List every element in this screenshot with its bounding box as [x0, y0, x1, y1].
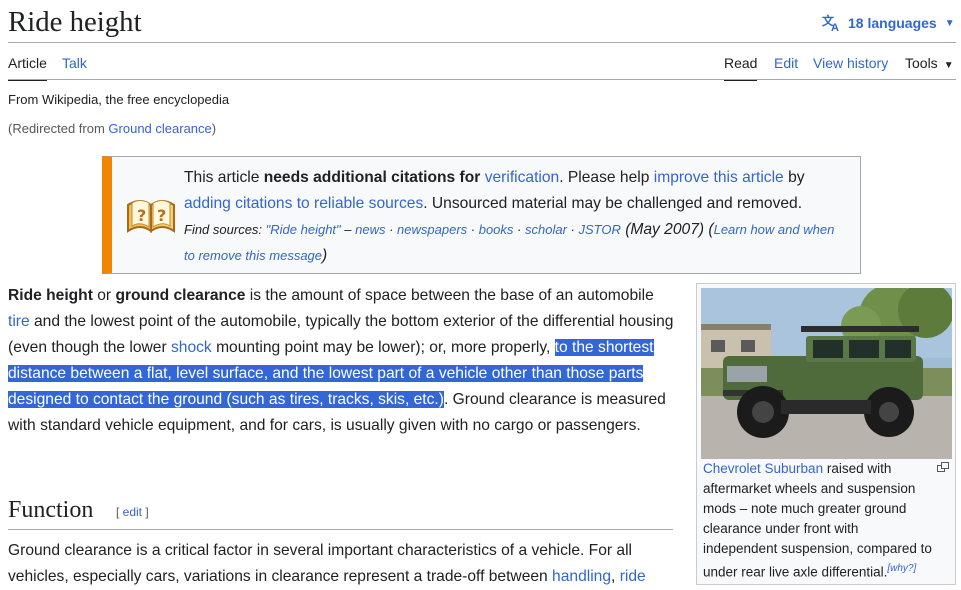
lead-text: is the amount of space between the base … [245, 287, 654, 304]
term-ground-clearance: ground clearance [115, 287, 246, 304]
edit-bracket: ] [142, 505, 149, 519]
source-news-link[interactable]: news [355, 222, 385, 237]
redirect-notice: (Redirected from Ground clearance) [8, 121, 216, 136]
notice-text: This article [184, 169, 264, 186]
tabs-divider [8, 79, 956, 80]
caption-text: raised with aftermarket wheels and suspe… [703, 461, 932, 580]
section-heading-function: Function [8, 497, 94, 523]
svg-text:?: ? [137, 206, 146, 225]
redirect-link[interactable]: Ground clearance [108, 121, 211, 136]
term-ride-height: Ride height [8, 287, 93, 304]
function-text: Ground clearance is a critical factor in… [8, 542, 633, 585]
languages-label: 18 languages [848, 15, 937, 31]
source-books-link[interactable]: books [479, 222, 514, 237]
function-text: , [611, 568, 620, 585]
book-question-icon: ? ? [127, 200, 175, 233]
image-caption: Chevrolet Suburban raised with aftermark… [703, 459, 933, 583]
notice-text: . Unsourced material may be challenged a… [423, 195, 803, 212]
tools-menu[interactable]: Tools ▼ [905, 54, 954, 80]
edit-bracket: [ [116, 505, 123, 519]
image-thumbnail: Chevrolet Suburban raised with aftermark… [696, 283, 956, 585]
header-divider [8, 42, 956, 43]
tools-label: Tools [905, 55, 938, 71]
separator: · [385, 222, 398, 237]
handling-link[interactable]: handling [552, 568, 611, 585]
lead-text: or [92, 287, 116, 304]
redirect-prefix: (Redirected from [8, 121, 109, 136]
adding-citations-link[interactable]: adding citations to reliable sources [184, 195, 423, 212]
section-edit-link[interactable]: edit [123, 505, 142, 519]
citation-notice-text: This article needs additional citations … [184, 165, 844, 269]
chevron-down-icon: ▼ [943, 60, 954, 71]
notice-bold: needs additional citations for [263, 169, 485, 186]
tire-link[interactable]: tire [8, 313, 30, 330]
function-paragraph: Ground clearance is a critical factor in… [8, 538, 676, 590]
page-title: Ride height [8, 6, 142, 38]
languages-button[interactable]: 文 A 18 languages ▼ [822, 12, 955, 34]
source-jstor-link[interactable]: JSTOR [578, 222, 620, 237]
chevrolet-suburban-link[interactable]: Chevrolet Suburban [703, 461, 823, 476]
lead-text: mounting point may be lower); or, more p… [211, 339, 555, 356]
improve-article-link[interactable]: improve this article [654, 169, 784, 186]
svg-text:A: A [831, 22, 839, 32]
notice-close-paren: ) [322, 247, 328, 264]
translate-icon: 文 A [822, 14, 839, 32]
tab-read[interactable]: Read [724, 54, 758, 81]
site-tagline: From Wikipedia, the free encyclopedia [8, 92, 230, 107]
find-query-link[interactable]: "Ride height" [266, 222, 341, 237]
tab-article[interactable]: Article [8, 54, 47, 81]
source-scholar-link[interactable]: scholar [525, 222, 567, 237]
redirect-suffix: ) [211, 121, 217, 136]
section-divider [8, 529, 673, 530]
verification-link[interactable]: verification [485, 169, 560, 186]
tab-edit[interactable]: Edit [774, 54, 798, 80]
chevron-down-icon: ▼ [944, 17, 955, 29]
tab-talk[interactable]: Talk [62, 54, 87, 80]
separator: · [566, 222, 579, 237]
section-edit: [ edit ] [116, 505, 149, 519]
shock-link[interactable]: shock [171, 339, 212, 356]
tab-view-history[interactable]: View history [813, 54, 888, 80]
lead-paragraph: Ride height or ground clearance is the a… [8, 283, 676, 439]
find-sources: Find sources: "Ride height" – news · new… [184, 221, 834, 264]
svg-text:?: ? [157, 206, 166, 225]
notice-date: (May 2007) ( [620, 221, 714, 238]
find-dash: – [340, 222, 356, 237]
find-sources-label: Find sources: [184, 222, 266, 237]
ride-link[interactable]: ride [620, 568, 646, 585]
notice-text: by [783, 169, 805, 186]
why-link[interactable]: [why?] [887, 563, 916, 574]
citation-notice-box: ? ? This article needs additional citati… [102, 156, 861, 274]
enlarge-icon[interactable] [937, 462, 949, 472]
source-newspapers-link[interactable]: newspapers [397, 222, 467, 237]
separator: · [513, 222, 525, 237]
separator: · [467, 222, 479, 237]
notice-text: . Please help [559, 169, 654, 186]
suburban-photo[interactable] [701, 288, 952, 459]
